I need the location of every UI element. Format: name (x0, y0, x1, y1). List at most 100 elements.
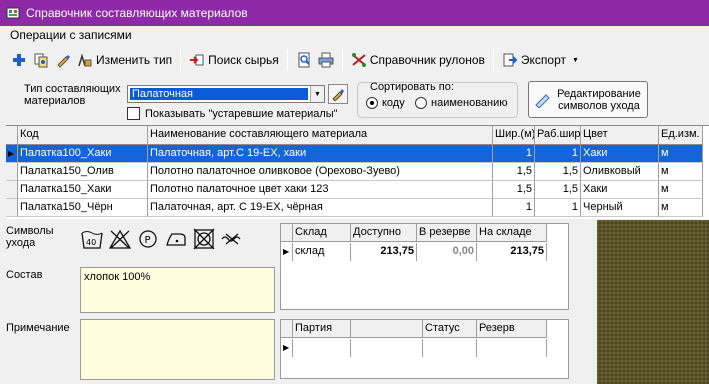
col-reserved[interactable]: В резерве (417, 224, 477, 241)
cell-available[interactable]: 213,75 (351, 243, 417, 261)
table-row[interactable]: Палатка150_Хаки Полотно палаточное цвет … (6, 181, 703, 199)
material-type-value: Палаточная (130, 88, 308, 100)
sort-name-option[interactable]: наименованию (415, 97, 508, 109)
change-type-label: Изменить тип (96, 53, 173, 67)
cell-unit[interactable]: м (659, 181, 703, 199)
cell-width[interactable]: 1,5 (493, 163, 535, 181)
cell-color[interactable]: Хаки (581, 145, 659, 163)
note-field[interactable] (80, 319, 275, 380)
wash-40-icon: 40 (81, 231, 103, 249)
cell-width[interactable]: 1 (493, 199, 535, 217)
copy-icon (34, 53, 48, 68)
col-width[interactable]: Шир.(м) (493, 126, 535, 144)
preview-button[interactable] (293, 48, 315, 72)
row-indicator (6, 163, 18, 181)
cell-in-stock[interactable]: 213,75 (477, 243, 547, 261)
no-bleach-icon (108, 229, 132, 249)
col-code[interactable]: Код (18, 126, 148, 144)
rolls-ref-label: Справочник рулонов (369, 53, 485, 67)
batches-grid-header: Партия Статус Резерв (281, 320, 547, 338)
material-type-select[interactable]: Палаточная ▼ (127, 85, 325, 103)
sort-code-option[interactable]: коду (366, 97, 405, 109)
no-wring-icon (221, 233, 241, 245)
toolbar-divider (180, 49, 182, 71)
table-row[interactable]: ▶ Палатка100_Хаки Палаточная, арт.С 19-Е… (6, 145, 703, 163)
col-work-width[interactable]: Раб.шир (535, 126, 581, 144)
find-raw-button[interactable]: Поиск сырья (186, 48, 282, 72)
materials-grid: Код Наименование составляющего материала… (6, 125, 709, 219)
add-button[interactable] (8, 48, 30, 72)
cell-work-width[interactable]: 1 (535, 199, 581, 217)
copy-button[interactable] (30, 48, 52, 72)
cell-reserve[interactable] (477, 339, 547, 357)
chevron-down-icon: ▼ (572, 56, 579, 64)
row-indicator (6, 181, 18, 199)
cell-empty[interactable] (351, 339, 423, 357)
table-row[interactable]: Палатка150_Олив Полотно палаточное оливк… (6, 163, 703, 181)
table-row[interactable]: ▶ склад 213,75 0,00 213,75 (281, 243, 547, 261)
edit-button[interactable] (52, 48, 74, 72)
cell-unit[interactable]: м (659, 163, 703, 181)
col-batch[interactable]: Партия (293, 320, 351, 337)
cell-name[interactable]: Палаточная, арт.С 19-ЕХ, хаки (148, 145, 493, 163)
cell-color[interactable]: Хаки (581, 181, 659, 199)
toolbar: Изменить тип Поиск сырья Справочник руло… (0, 44, 709, 76)
cell-code[interactable]: Палатка150_Чёрн (18, 199, 148, 217)
cell-status[interactable] (423, 339, 477, 357)
cell-color[interactable]: Черный (581, 199, 659, 217)
col-warehouse[interactable]: Склад (293, 224, 351, 241)
cell-reserved[interactable]: 0,00 (417, 243, 477, 261)
cell-width[interactable]: 1,5 (493, 181, 535, 199)
cell-work-width[interactable]: 1,5 (535, 163, 581, 181)
toolbar-divider (341, 49, 343, 71)
edit-care-symbols-label: Редактирование символов ухода (557, 87, 641, 112)
row-indicator (6, 199, 18, 217)
pick-type-button[interactable] (328, 84, 348, 104)
cell-unit[interactable]: м (659, 199, 703, 217)
cell-batch[interactable] (293, 339, 351, 357)
cell-work-width[interactable]: 1,5 (535, 181, 581, 199)
col-available[interactable]: Доступно (351, 224, 417, 241)
col-name[interactable]: Наименование составляющего материала (148, 126, 493, 144)
composition-field[interactable]: хлопок 100% (80, 267, 275, 313)
table-row[interactable]: Палатка150_Чёрн Палаточная, арт. С 19-ЕХ… (6, 199, 703, 217)
cell-width[interactable]: 1 (493, 145, 535, 163)
find-raw-label: Поиск сырья (208, 53, 279, 67)
col-color[interactable]: Цвет (581, 126, 659, 144)
svg-text:40: 40 (86, 238, 96, 247)
cell-name[interactable]: Полотно палаточное оливковое (Орехово-Зу… (148, 163, 493, 181)
stock-grid: Склад Доступно В резерве На складе ▶ скл… (280, 223, 569, 310)
chevron-down-icon[interactable]: ▼ (310, 86, 324, 102)
no-tumble-dry-icon (193, 228, 215, 250)
show-outdated-checkbox[interactable] (127, 107, 140, 120)
menu-bar: Операции с записями (0, 26, 709, 44)
cell-color[interactable]: Оливковый (581, 163, 659, 181)
menu-item-records[interactable]: Операции с записями (10, 28, 132, 42)
grid-header: Код Наименование составляющего материала… (6, 126, 703, 145)
cell-name[interactable]: Палаточная, арт. С 19-ЕХ, чёрная (148, 199, 493, 217)
sort-code-radio[interactable] (366, 97, 378, 109)
cell-code[interactable]: Палатка100_Хаки (18, 145, 148, 163)
cell-code[interactable]: Палатка150_Хаки (18, 181, 148, 199)
col-status[interactable]: Статус (423, 320, 477, 337)
cell-name[interactable]: Полотно палаточное цвет хаки 123 (148, 181, 493, 199)
cell-work-width[interactable]: 1 (535, 145, 581, 163)
row-indicator-header (281, 320, 293, 337)
table-row[interactable]: ▶ (281, 339, 547, 357)
picker-icon (332, 89, 344, 101)
col-unit[interactable]: Ед.изм. (659, 126, 703, 144)
cell-warehouse[interactable]: склад (293, 243, 351, 261)
col-reserve[interactable]: Резерв (477, 320, 547, 337)
sort-name-radio[interactable] (415, 97, 427, 109)
rolls-ref-button[interactable]: Справочник рулонов (348, 48, 488, 72)
note-label: Примечание (6, 322, 70, 334)
col-in-stock[interactable]: На складе (477, 224, 547, 241)
export-button[interactable]: Экспорт ▼ (499, 48, 582, 72)
cell-unit[interactable]: м (659, 145, 703, 163)
window-title: Справочник составляющих материалов (26, 6, 248, 20)
print-button[interactable] (315, 48, 337, 72)
edit-care-symbols-button[interactable]: Редактирование символов ухода (528, 81, 648, 118)
change-type-button[interactable]: Изменить тип (74, 48, 175, 72)
row-pointer-icon: ▶ (6, 145, 18, 163)
cell-code[interactable]: Палатка150_Олив (18, 163, 148, 181)
